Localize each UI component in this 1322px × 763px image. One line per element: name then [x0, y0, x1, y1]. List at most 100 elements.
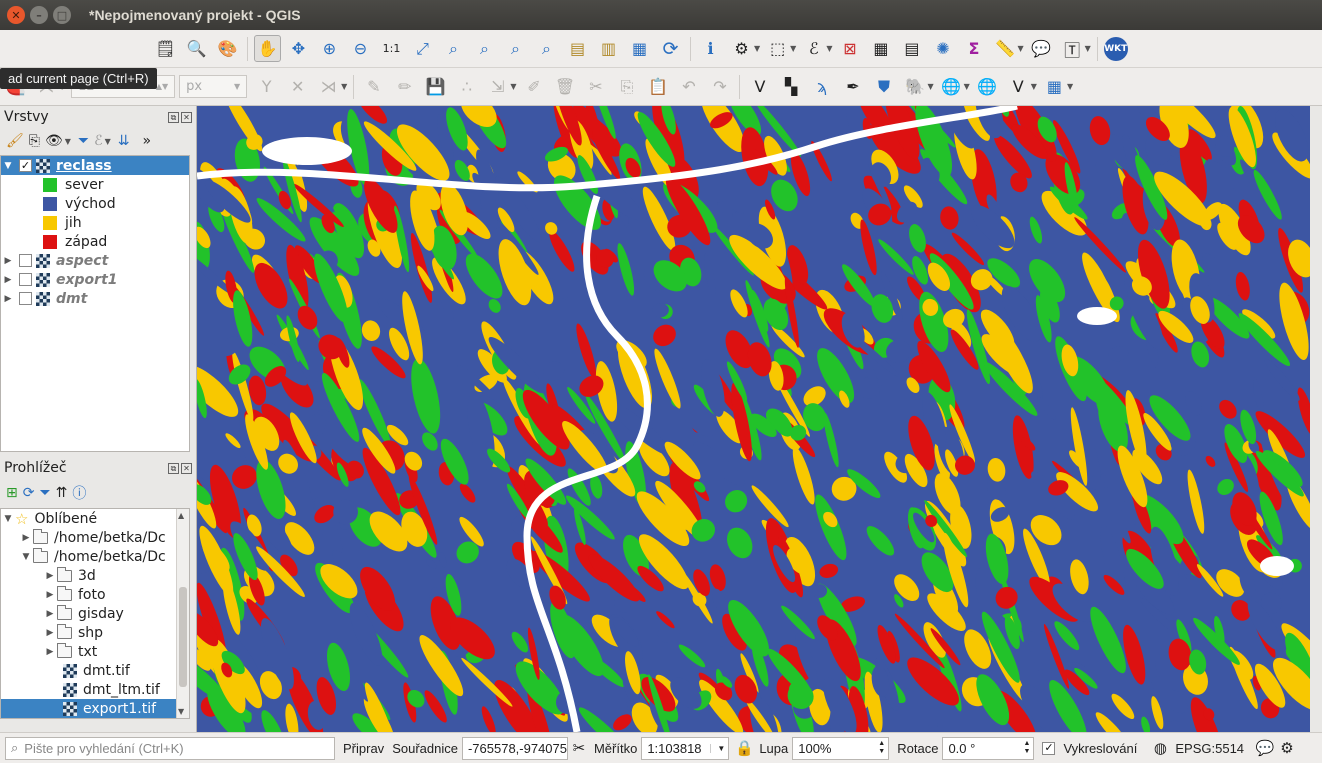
toolbox-gear-icon[interactable]: ✺ [929, 35, 956, 62]
refresh-browser-icon[interactable]: ⟳ [23, 485, 35, 501]
add-group-icon[interactable]: ⎘ [29, 133, 40, 149]
toggle-extents-icon[interactable]: ✂ [568, 739, 590, 757]
split-lines-icon[interactable]: Y [253, 73, 280, 100]
redo-icon[interactable]: ↷ [706, 73, 733, 100]
crs-globe-icon[interactable]: ◍ [1149, 739, 1171, 757]
statistics-sigma-icon[interactable]: Σ [960, 35, 987, 62]
layer-visibility-checkbox[interactable]: ✓ [19, 159, 32, 172]
wkt-icon[interactable]: WKT [1103, 36, 1128, 61]
current-edits-icon[interactable]: ✎ [360, 73, 387, 100]
map-tips-icon[interactable]: 💬 [1028, 35, 1055, 62]
coordinate-field[interactable]: -765578,-974075 [461, 736, 568, 760]
render-checkbox[interactable]: ✓ [1042, 741, 1056, 755]
add-spatialite-icon[interactable]: ϡ [808, 73, 835, 100]
cut-features-icon[interactable]: ✂ [582, 73, 609, 100]
properties-info-icon[interactable]: ⓘ [72, 483, 86, 503]
add-layer-group-icon[interactable]: ▦ [1041, 73, 1068, 100]
select-by-expression-icon[interactable]: ℰ [800, 35, 827, 62]
collapse-all-icon[interactable]: ⇈ [56, 485, 68, 501]
pan-to-selection-icon[interactable]: ✥ [285, 35, 312, 62]
add-virtual-layer-icon[interactable]: V [1005, 73, 1032, 100]
collapse-arrow-icon[interactable]: ▼ [1, 514, 15, 524]
show-bookmarks-icon[interactable]: ▥ [595, 35, 622, 62]
expand-arrow-icon[interactable]: ▶ [43, 647, 57, 657]
filter-browser-icon[interactable]: ⏷ [39, 485, 50, 501]
rotation-spinbox[interactable]: 0.0 ° ▲ ▼ [942, 736, 1035, 760]
add-wcs-icon[interactable]: 🌐 [974, 73, 1001, 100]
browser-item-favourites[interactable]: ▼ ☆ Oblíbené [1, 509, 189, 528]
measure-icon[interactable]: 📏 [991, 35, 1018, 62]
new-shapefile-icon[interactable]: V [746, 73, 773, 100]
composer-manager-icon[interactable]: 🔍 [183, 35, 210, 62]
layer-row-dmt[interactable]: ▶ dmt [1, 289, 189, 308]
maximize-window-button[interactable]: □ [53, 6, 71, 24]
pan-map-icon[interactable]: ✋ [254, 35, 281, 62]
zoom-full-icon[interactable]: ⤢ [409, 35, 436, 62]
node-edit-icon[interactable]: ✐ [520, 73, 547, 100]
manage-visibility-eye-icon[interactable]: 👁 [45, 133, 63, 149]
delete-selected-icon[interactable]: 🗑 [551, 73, 578, 100]
bookmark-icon[interactable]: ▦ [626, 35, 653, 62]
zoom-in-icon[interactable]: ⊕ [316, 35, 343, 62]
new-bookmark-icon[interactable]: ▤ [564, 35, 591, 62]
browser-item-foto[interactable]: ▶ foto [1, 585, 189, 604]
add-delimited-text-icon[interactable]: ✒ [839, 73, 866, 100]
browser-item-home-2[interactable]: ▼ /home/betka/Dc [1, 547, 189, 566]
layer-visibility-checkbox[interactable] [19, 254, 32, 267]
add-wms-icon[interactable]: 🐘 [901, 73, 928, 100]
add-postgis-icon[interactable]: ⛊ [870, 73, 897, 100]
browser-item-home-1[interactable]: ▶ /home/betka/Dc [1, 528, 189, 547]
browser-item-3d[interactable]: ▶ 3d [1, 566, 189, 585]
browser-item-dmt-ltm-tif[interactable]: dmt_ltm.tif [1, 680, 189, 699]
zoom-out-icon[interactable]: ⊖ [347, 35, 374, 62]
add-wfs-icon[interactable]: 🌐 [938, 73, 965, 100]
style-manager-icon[interactable]: 🎨 [214, 35, 241, 62]
zoom-to-layer-icon[interactable]: ⌕ [471, 35, 498, 62]
crs-label[interactable]: EPSG:5514 [1175, 741, 1244, 756]
browser-item-export1-tif[interactable]: export1.tif [1, 699, 189, 718]
toggle-editing-icon[interactable]: ✏ [391, 73, 418, 100]
collapse-arrow-icon[interactable]: ▼ [1, 161, 15, 171]
messages-icon[interactable]: 💬 [1254, 739, 1276, 757]
reclass-raster-render[interactable] [197, 106, 1310, 732]
close-panel-button[interactable]: ✕ [181, 462, 192, 474]
browser-item-txt[interactable]: ▶ txt [1, 642, 189, 661]
expand-arrow-icon[interactable]: ▶ [43, 609, 57, 619]
layer-row-reclass[interactable]: ▼ ✓ reclass [1, 156, 189, 175]
expand-arrow-icon[interactable]: ▶ [43, 590, 57, 600]
close-panel-button[interactable]: ✕ [181, 111, 192, 123]
select-features-icon[interactable]: ⚙ [728, 35, 755, 62]
layer-row-aspect[interactable]: ▶ aspect [1, 251, 189, 270]
scale-combo[interactable]: 1:103818 ▼ [641, 736, 730, 760]
expand-arrow-icon[interactable]: ▶ [1, 275, 15, 285]
zoom-to-selection-icon[interactable]: ⌕ [440, 35, 467, 62]
scrollbar-thumb[interactable] [179, 587, 187, 687]
zoom-last-icon[interactable]: ⌕ [502, 35, 529, 62]
expand-arrow-icon[interactable]: ▶ [1, 256, 15, 266]
deselect-all-icon[interactable]: ⊠ [836, 35, 863, 62]
delete-intersection-icon[interactable]: ✕ [284, 73, 311, 100]
scroll-down-arrow-icon[interactable]: ▼ [178, 707, 184, 716]
browser-item-gisday[interactable]: ▶ gisday [1, 604, 189, 623]
filter-expression-icon[interactable]: ℰ [94, 133, 102, 149]
expand-arrow-icon[interactable]: ▶ [43, 571, 57, 581]
scroll-up-arrow-icon[interactable]: ▲ [178, 511, 184, 520]
browser-scrollbar[interactable]: ▲ ▼ [176, 509, 189, 718]
add-feature-icon[interactable]: ∴ [453, 73, 480, 100]
text-annotation-icon[interactable]: 🅃 [1059, 35, 1086, 62]
layer-visibility-checkbox[interactable] [19, 292, 32, 305]
float-panel-button[interactable]: ⧉ [168, 111, 179, 123]
select-rectangle-icon[interactable]: ⬚ [764, 35, 791, 62]
copy-features-icon[interactable]: ⎘ [613, 73, 640, 100]
zoom-native-icon[interactable]: 1:1 [378, 35, 405, 62]
expand-arrow-icon[interactable]: ▶ [43, 628, 57, 638]
identify-icon[interactable]: ℹ [697, 35, 724, 62]
save-edits-icon[interactable]: 💾 [422, 73, 449, 100]
layer-visibility-checkbox[interactable] [19, 273, 32, 286]
lock-icon[interactable]: 🔒 [733, 739, 755, 757]
layer-style-brush-icon[interactable]: 🖌 [6, 133, 24, 149]
plugin-update-icon[interactable]: ⚙ [1276, 739, 1298, 757]
expand-arrow-icon[interactable]: ▶ [19, 533, 33, 543]
undo-icon[interactable]: ↶ [675, 73, 702, 100]
locator-search-input[interactable]: ⌕ Pište pro vyhledání (Ctrl+K) [5, 736, 335, 760]
